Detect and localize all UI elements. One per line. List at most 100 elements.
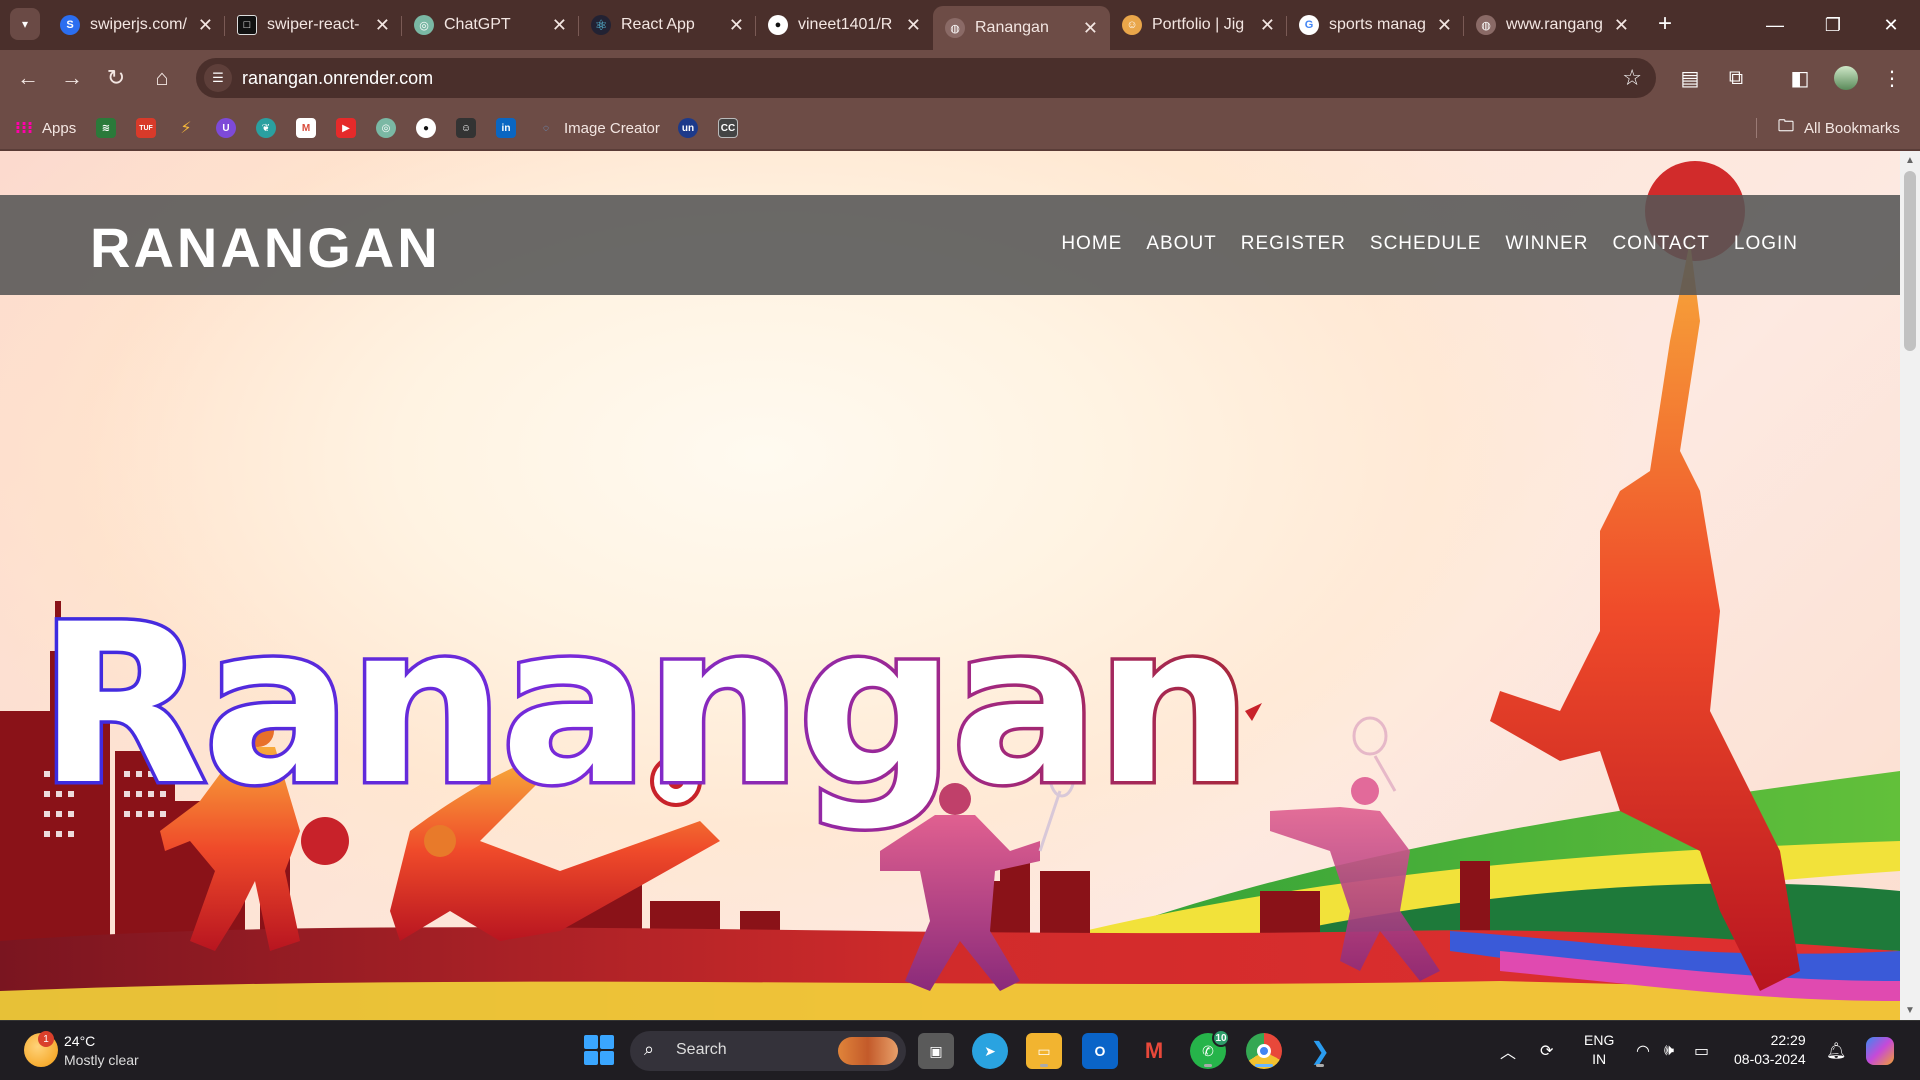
tab-swiper-react[interactable]: □ swiper-react- ✕ <box>225 6 402 44</box>
chatgpt-icon: ◎ <box>414 15 434 35</box>
nav-home-link[interactable]: HOME <box>1061 233 1122 255</box>
tab-title: www.rangang <box>1506 16 1603 33</box>
bookmark-label: Image Creator <box>564 119 660 137</box>
bookmark-star-icon[interactable]: ☆ <box>1622 65 1642 91</box>
close-icon[interactable]: ✕ <box>1437 15 1452 36</box>
outlook-icon[interactable]: O <box>1082 1033 1118 1069</box>
tab-www-rangang[interactable]: ◍ www.rangang ✕ <box>1464 6 1641 44</box>
close-icon[interactable]: ✕ <box>1260 15 1275 36</box>
back-button[interactable]: ← <box>12 62 44 94</box>
tray-overflow-icon[interactable]: ︿ <box>1500 1021 1516 1080</box>
whatsapp-icon[interactable]: ✆ 10 <box>1190 1029 1230 1069</box>
minimize-button[interactable]: — <box>1746 0 1804 50</box>
site-info-icon[interactable]: ☰ <box>204 64 232 92</box>
tab-portfolio[interactable]: ☺ Portfolio | Jig ✕ <box>1110 6 1287 44</box>
close-icon[interactable]: ✕ <box>375 15 390 36</box>
restore-button[interactable]: ❐ <box>1804 0 1862 50</box>
bookmark-image-creator[interactable]: ◌ Image Creator <box>536 116 660 140</box>
bookmark-codeforces[interactable]: ⚡ <box>176 116 204 140</box>
home-button[interactable]: ⌂ <box>146 62 178 94</box>
close-icon[interactable]: ✕ <box>552 15 567 36</box>
nav-schedule-link[interactable]: SCHEDULE <box>1370 233 1481 255</box>
tab-swiperjs[interactable]: Sswiperjs.com/ ✕ <box>48 6 225 44</box>
swiper-icon: S <box>60 15 80 35</box>
close-icon[interactable]: ✕ <box>1083 18 1098 39</box>
all-bookmarks[interactable]: 🗀 All Bookmarks <box>1776 116 1900 140</box>
close-icon[interactable]: ✕ <box>1614 15 1629 36</box>
bookmark-codeforces-icon: ⚡ <box>180 120 192 137</box>
tab-sports-manag[interactable]: Gsports manag ✕ <box>1287 6 1464 44</box>
bookmark-apps[interactable]: ⁝⁝⁝ Apps <box>14 116 76 140</box>
portfolio-icon: ☺ <box>1122 15 1142 35</box>
tab-react-app[interactable]: ⚛ React App ✕ <box>579 6 756 44</box>
tab-title: Portfolio | Jig <box>1152 16 1245 33</box>
language-indicator[interactable]: ENG IN <box>1584 1031 1614 1069</box>
tab-github[interactable]: ● vineet1401/R ✕ <box>756 6 933 44</box>
scroll-up-arrow-icon[interactable]: ▲ <box>1905 155 1915 166</box>
nav-about-link[interactable]: ABOUT <box>1146 233 1216 255</box>
new-tab-button[interactable]: + <box>1650 8 1680 40</box>
nav-register-link[interactable]: REGISTER <box>1241 233 1346 255</box>
tab-chatgpt[interactable]: ◎ ChatGPT ✕ <box>402 6 579 44</box>
scroll-down-arrow-icon[interactable]: ▼ <box>1905 1005 1915 1016</box>
tab-ranangan[interactable]: ◍ Ranangan ✕ <box>933 6 1110 50</box>
weather-description: Mostly clear <box>64 1052 139 1068</box>
weather-temperature: 24°C <box>64 1033 96 1049</box>
close-window-button[interactable]: ✕ <box>1862 0 1920 50</box>
nav-contact-link[interactable]: CONTACT <box>1612 233 1709 255</box>
bookmark-chatgpt[interactable]: ◎ <box>376 116 404 140</box>
vscode-icon[interactable]: ❯ <box>1302 1033 1338 1069</box>
bookmark-leaf[interactable]: ❦ <box>256 116 284 140</box>
bookmark-gmail[interactable]: M <box>296 116 324 140</box>
start-button[interactable] <box>584 1035 614 1065</box>
sync-icon[interactable]: ⟳ <box>1540 1021 1553 1080</box>
task-view-icon[interactable]: ▣ <box>918 1033 954 1069</box>
bookmark-youtube[interactable]: ▶ <box>336 116 364 140</box>
battery-icon[interactable]: ▭ <box>1694 1021 1709 1080</box>
nav-winner-link[interactable]: WINNER <box>1505 233 1588 255</box>
bookmark-green[interactable]: ≋ <box>96 116 124 140</box>
tab-strip: ▾ Sswiperjs.com/ ✕ □ swiper-react- ✕ ◎ ChatG… <box>0 0 1920 50</box>
side-panel-icon[interactable]: ◧ <box>1784 62 1816 94</box>
notification-bell-icon[interactable]: 🔔︎ <box>1826 1021 1846 1080</box>
bookmark-tuf[interactable]: TUF <box>136 116 164 140</box>
bookmark-linkedin[interactable]: in <box>496 116 524 140</box>
volume-icon[interactable]: 🕪 <box>1664 1021 1674 1080</box>
clock-date: 08-03-2024 <box>1734 1051 1806 1067</box>
page-scrollbar[interactable]: ▲ ▼ <box>1900 151 1920 1020</box>
bookmark-cc[interactable]: CC <box>718 116 746 140</box>
extensions-icon[interactable]: ⧉ <box>1720 62 1752 94</box>
reading-list-icon[interactable]: ▤ <box>1674 62 1706 94</box>
telegram-icon[interactable]: ➤ <box>972 1033 1008 1069</box>
close-icon[interactable]: ✕ <box>729 15 744 36</box>
chrome-menu-icon[interactable]: ⋮ <box>1876 62 1908 94</box>
file-explorer-icon[interactable]: ▭ <box>1026 1033 1062 1069</box>
bookmark-linkedin-icon: in <box>496 118 516 138</box>
profile-avatar[interactable] <box>1830 62 1862 94</box>
site-brand[interactable]: RANANGAN <box>90 215 441 280</box>
bookmark-unstop[interactable]: un <box>678 116 706 140</box>
taskbar-search[interactable]: ⌕ Search <box>630 1031 906 1071</box>
bookmark-contact[interactable]: ☺ <box>456 116 484 140</box>
browser-toolbar: ← → ↻ ⌂ ☰ ranangan.onrender.com ☆ ▤ ⧉ ◧ … <box>0 50 1920 106</box>
url-text[interactable]: ranangan.onrender.com <box>242 68 433 89</box>
close-icon[interactable]: ✕ <box>906 15 921 36</box>
tab-search-button[interactable]: ▾ <box>10 8 40 40</box>
reload-button[interactable]: ↻ <box>100 62 132 94</box>
search-icon: ⌕ <box>644 1039 655 1059</box>
bookmark-github[interactable]: ● <box>416 116 444 140</box>
scroll-thumb[interactable] <box>1904 171 1916 351</box>
tab-list: Sswiperjs.com/ ✕ □ swiper-react- ✕ ◎ ChatGPT… <box>48 6 1641 50</box>
bookmark-u[interactable]: U <box>216 116 244 140</box>
nav-login-link[interactable]: LOGIN <box>1734 233 1798 255</box>
address-bar[interactable]: ☰ ranangan.onrender.com ☆ <box>196 58 1656 98</box>
forward-button[interactable]: → <box>56 62 88 94</box>
globe-icon: ◍ <box>945 18 965 38</box>
clock[interactable]: 22:29 08-03-2024 <box>1734 1031 1806 1069</box>
chrome-icon[interactable] <box>1246 1033 1282 1069</box>
bookmark-u-icon: U <box>216 118 236 138</box>
wifi-icon[interactable]: ◠ <box>1636 1021 1650 1080</box>
close-icon[interactable]: ✕ <box>198 15 213 36</box>
gmail-icon[interactable]: M <box>1136 1033 1172 1069</box>
copilot-icon[interactable] <box>1866 1021 1894 1080</box>
